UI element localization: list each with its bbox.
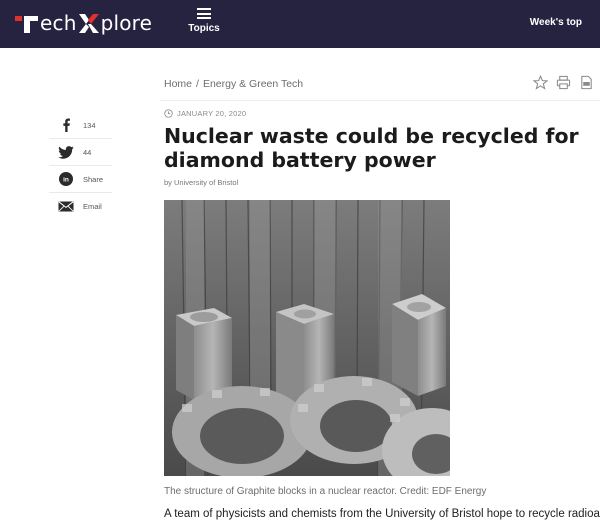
share-email-button[interactable]: Email	[49, 193, 112, 220]
article-title: Nuclear waste could be recycled for diam…	[164, 124, 579, 172]
article-lead-paragraph: A team of physicists and chemists from t…	[164, 508, 600, 520]
twitter-icon	[57, 143, 75, 161]
byline-prefix: by	[164, 178, 172, 187]
share-facebook-button[interactable]: 134	[49, 112, 112, 139]
linkedin-share-label: Share	[83, 174, 104, 184]
star-icon[interactable]	[533, 75, 548, 90]
logo-x-mark-icon	[78, 14, 99, 33]
linkedin-icon: in	[57, 170, 75, 188]
facebook-icon	[57, 116, 75, 134]
pdf-icon[interactable]	[579, 75, 594, 90]
facebook-share-count: 134	[83, 120, 96, 130]
svg-text:in: in	[63, 177, 69, 184]
article-date-text: JANUARY 20, 2020	[177, 109, 247, 118]
clock-icon	[164, 109, 173, 118]
image-caption: The structure of Graphite blocks in a nu…	[164, 486, 487, 497]
weeks-top-link[interactable]: Week's top	[530, 17, 582, 28]
email-share-label: Email	[83, 202, 102, 211]
techxplore-logo[interactable]: ech plore	[14, 11, 152, 35]
email-icon	[57, 198, 75, 216]
logo-text-plore: plore	[100, 11, 153, 35]
byline-source-link[interactable]: University of Bristol	[174, 178, 238, 187]
graphite-blocks-image	[164, 200, 450, 476]
topics-label: Topics	[188, 23, 220, 34]
header-divider	[160, 100, 600, 101]
share-linkedin-button[interactable]: in Share	[49, 166, 112, 193]
article-toolbar	[533, 75, 594, 90]
breadcrumb: Home / Energy & Green Tech	[164, 78, 303, 90]
logo-t-mark-icon	[15, 16, 38, 33]
top-navigation-bar: ech plore Topics Week's top	[0, 0, 600, 48]
print-icon[interactable]	[556, 75, 571, 90]
article-byline: by University of Bristol	[164, 178, 238, 187]
twitter-share-count: 44	[83, 147, 92, 157]
hamburger-menu-icon	[197, 8, 211, 19]
logo-text-ech: ech	[40, 11, 77, 35]
share-twitter-button[interactable]: 44	[49, 139, 112, 166]
share-sidebar: 134 44 in Share Email	[49, 112, 112, 220]
breadcrumb-home-link[interactable]: Home	[164, 78, 192, 90]
breadcrumb-separator: /	[196, 78, 199, 90]
article-photo[interactable]	[164, 200, 450, 476]
breadcrumb-category-link[interactable]: Energy & Green Tech	[203, 78, 303, 90]
article-date: JANUARY 20, 2020	[164, 109, 246, 118]
topics-menu-button[interactable]: Topics	[184, 6, 224, 34]
